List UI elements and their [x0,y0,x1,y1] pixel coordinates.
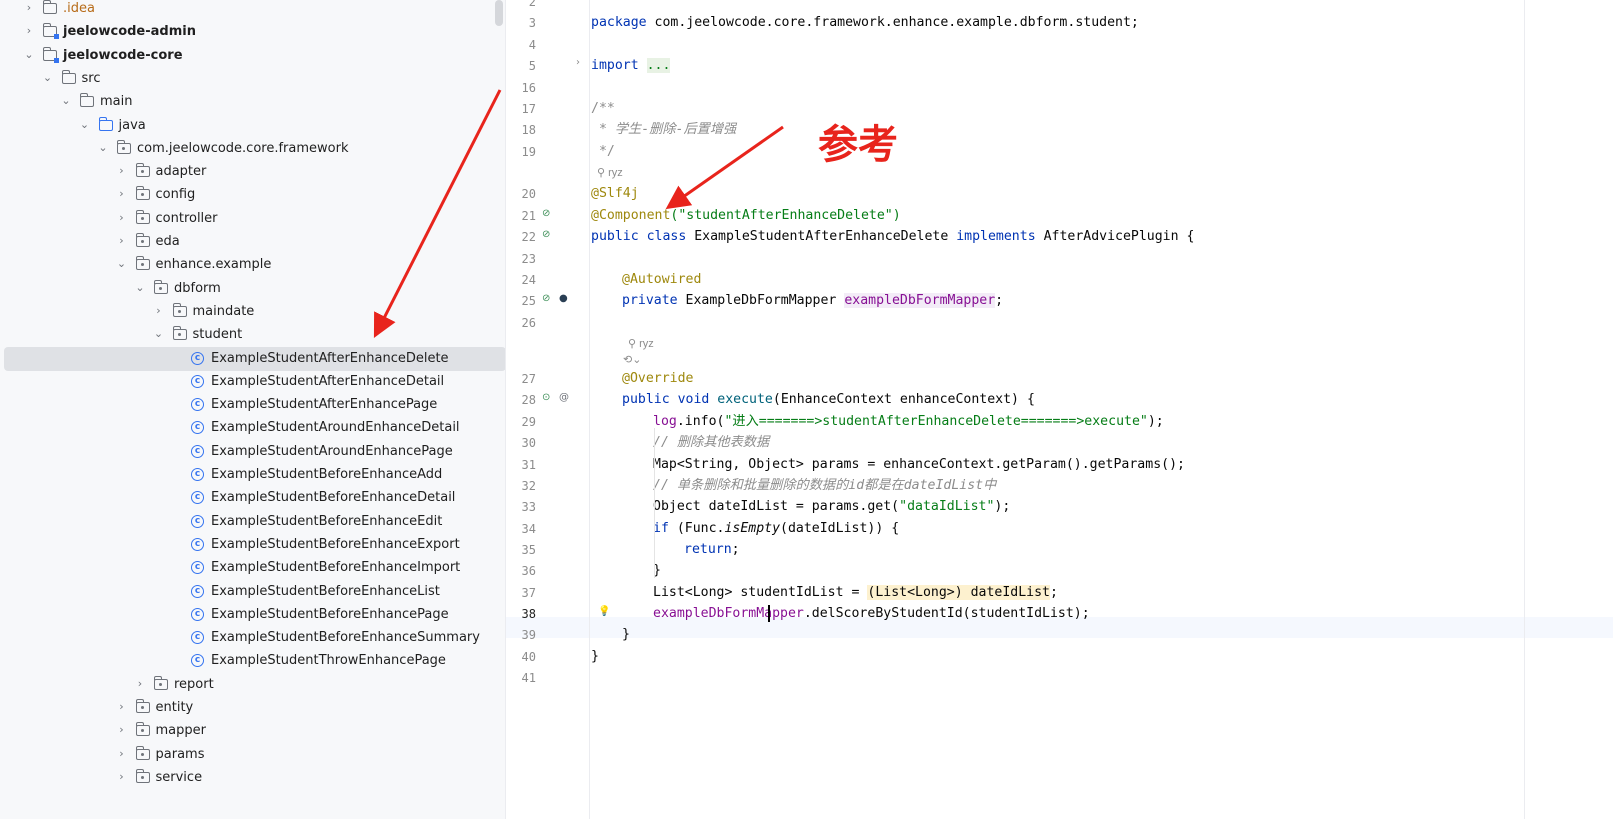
arrow-to-component [665,125,784,210]
annotation-arrows [373,89,784,339]
arrow-to-tree-item [373,89,502,339]
